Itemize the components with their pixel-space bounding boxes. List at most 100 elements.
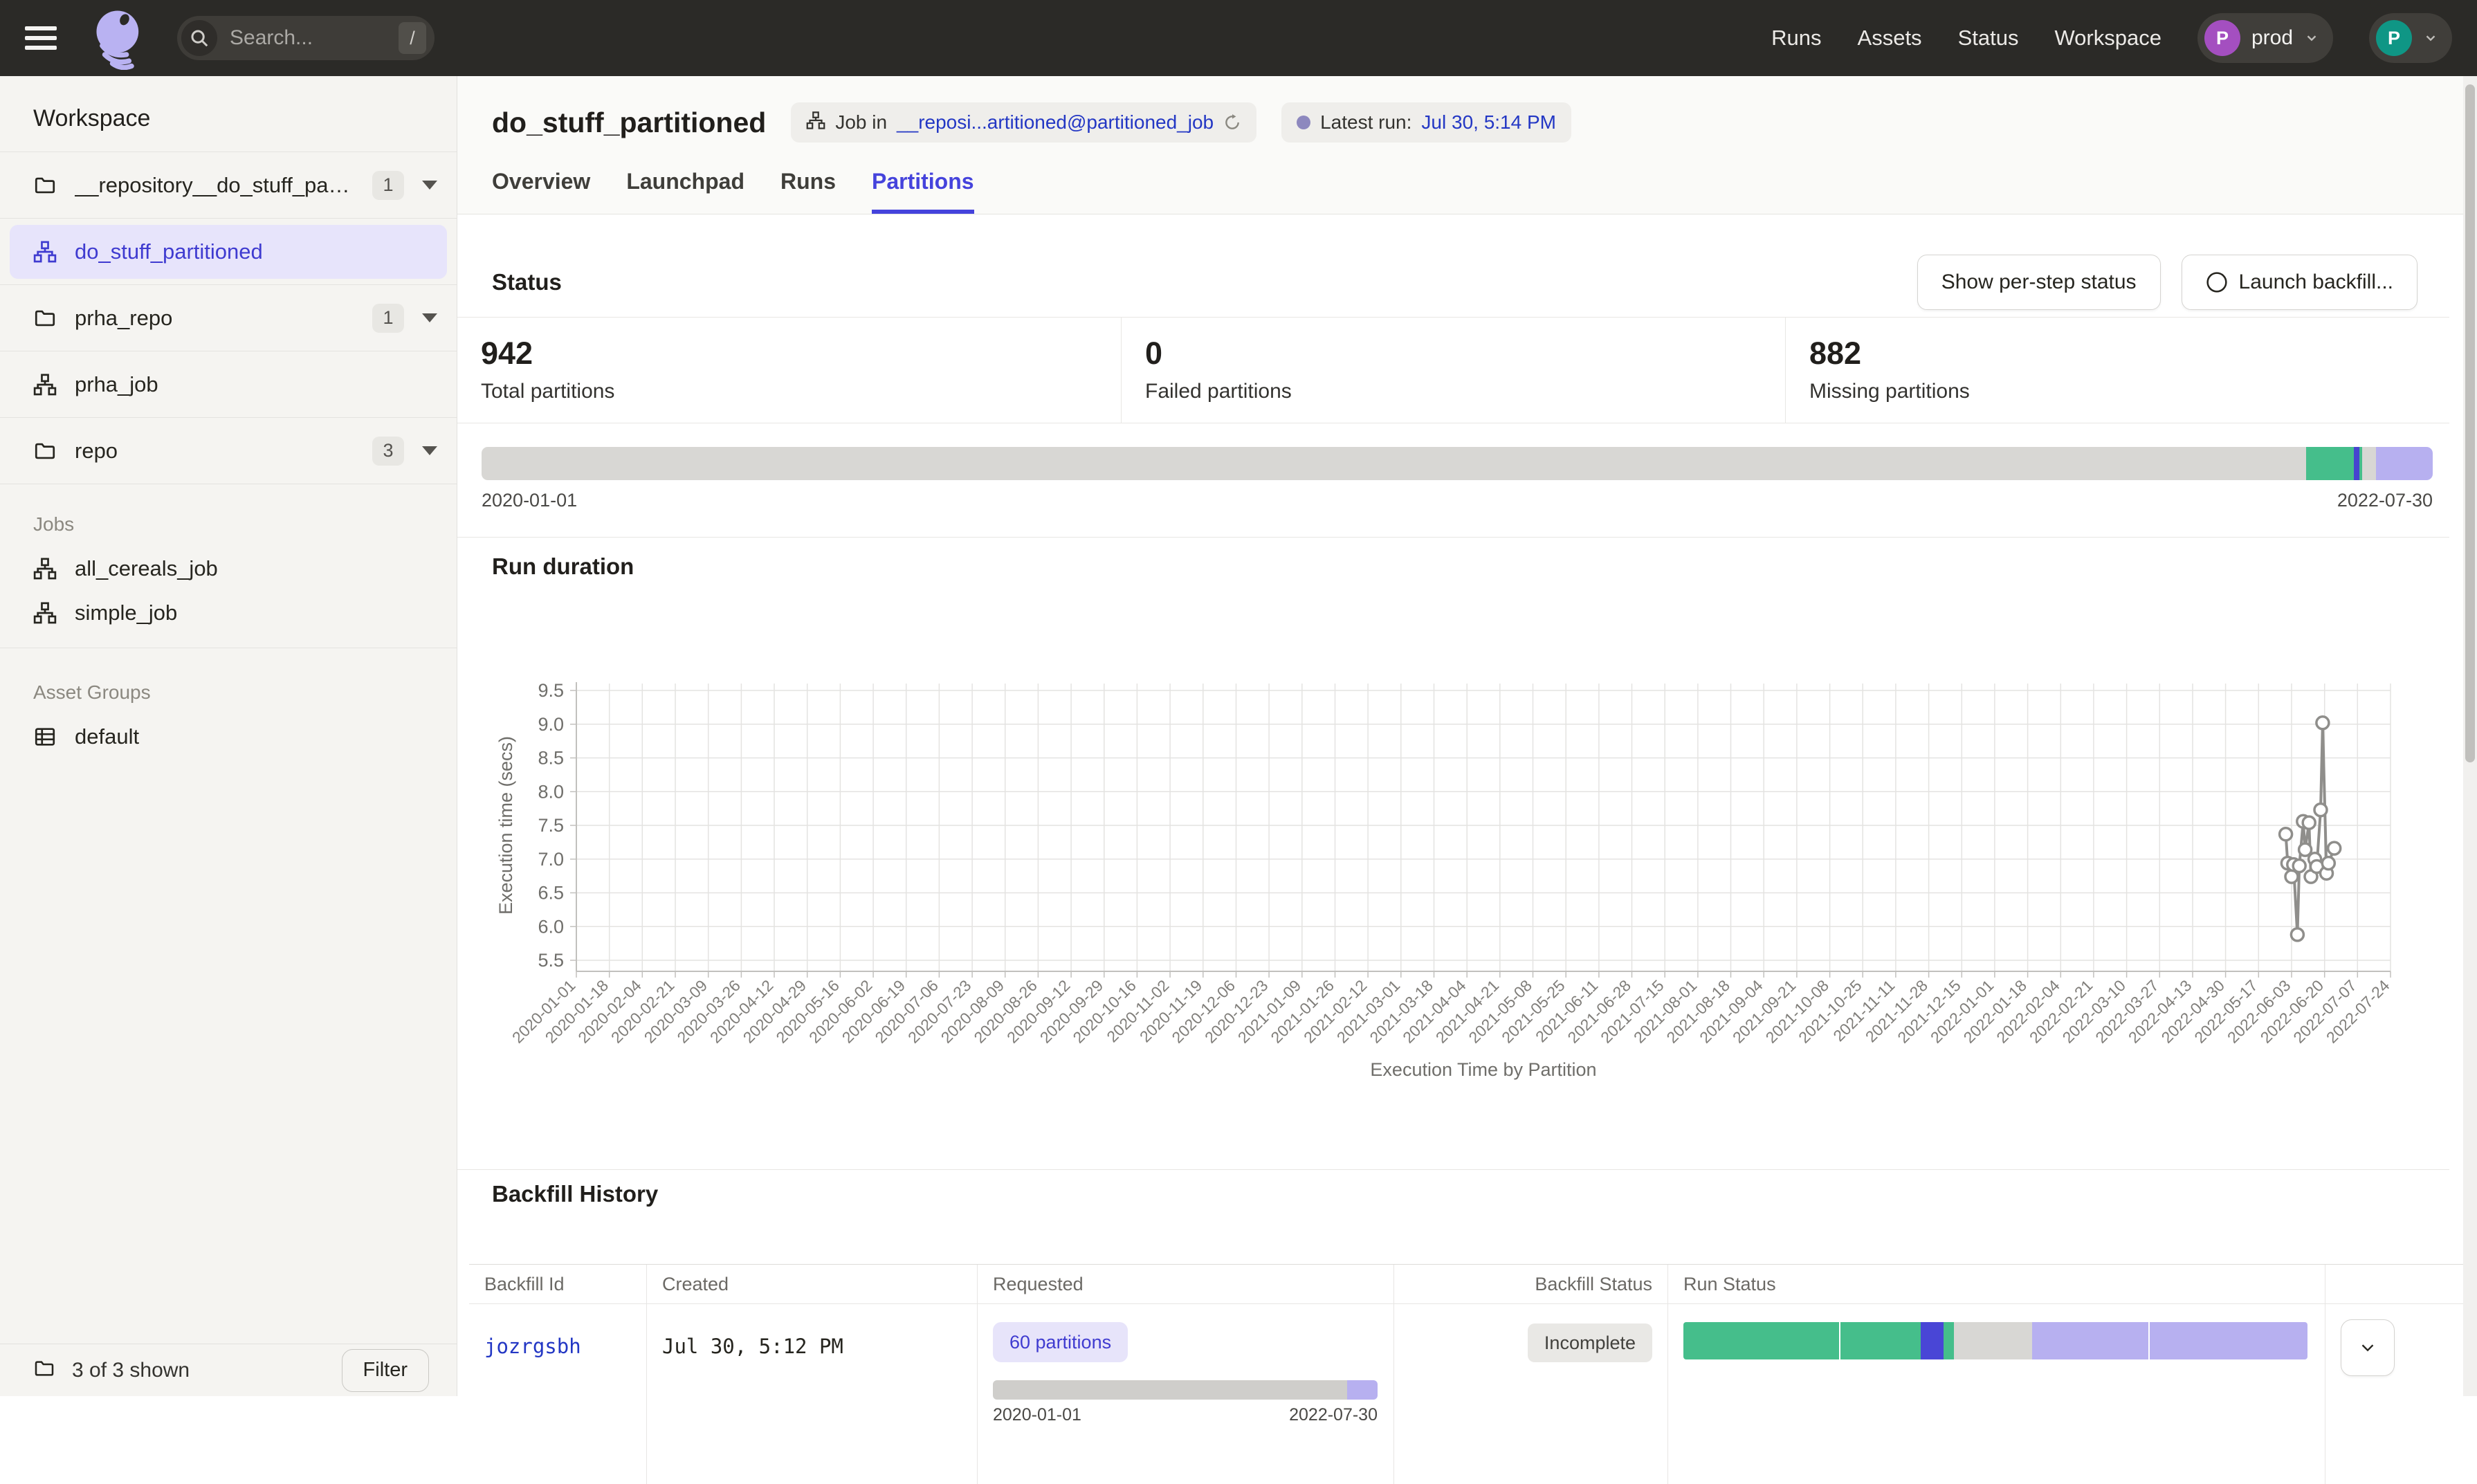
run-duration-chart: 2020-01-012020-01-182020-02-042020-02-21…: [484, 657, 2435, 1103]
status-segment: [2032, 1322, 2150, 1359]
row-expand-button[interactable]: [2341, 1319, 2395, 1376]
partition-range-end: 2022-07-30: [2337, 490, 2433, 511]
top-nav-status[interactable]: Status: [1958, 26, 2019, 51]
sidebar-item-label: prha_job: [75, 372, 158, 397]
partition-status-bar-block: 2020-01-01 2022-07-30: [482, 447, 2433, 511]
stat-label: Missing partitions: [1809, 380, 2449, 403]
requested-partitions-bar: [993, 1380, 1378, 1400]
backfill-history-heading: Backfill History: [492, 1181, 658, 1207]
tab-overview[interactable]: Overview: [492, 169, 590, 214]
job-icon: [33, 601, 57, 625]
stat-failed-partitions: 0Failed partitions: [1121, 318, 1785, 423]
svg-text:7.5: 7.5: [538, 815, 564, 836]
status-segment: [2354, 447, 2359, 480]
expand-caret-icon[interactable]: [422, 313, 437, 322]
sidebar-item-repo[interactable]: repo3: [0, 418, 457, 484]
tab-partitions[interactable]: Partitions: [872, 169, 974, 214]
asset-group-icon: [33, 725, 57, 749]
backfill-row: jozrgsbh Jul 30, 5:12 PM 60 partitions 202…: [469, 1304, 2463, 1484]
tab-runs[interactable]: Runs: [780, 169, 836, 214]
folder-icon: [33, 439, 57, 463]
sidebar-item-simple_job[interactable]: simple_job: [0, 591, 457, 635]
job-repo-link[interactable]: __reposi...artitioned@partitioned_job: [897, 111, 1214, 134]
top-nav-assets[interactable]: Assets: [1858, 26, 1922, 51]
scrollbar-thumb[interactable]: [2465, 84, 2475, 762]
sidebar-item-default[interactable]: default: [0, 715, 457, 759]
top-nav-runs[interactable]: Runs: [1771, 26, 1821, 51]
column-header-run-status: Run Status: [1667, 1265, 2325, 1303]
status-segment: [2362, 447, 2376, 480]
sidebar-item-prha_job[interactable]: prha_job: [0, 351, 457, 418]
main-content: do_stuff_partitioned Job in __reposi...a…: [457, 76, 2463, 1396]
expand-caret-icon[interactable]: [422, 446, 437, 455]
job-repo-tag: Job in __reposi...artitioned@partitioned…: [791, 102, 1256, 143]
filter-button[interactable]: Filter: [342, 1349, 429, 1392]
chevron-down-icon: [2423, 30, 2438, 46]
sidebar-section-header: Asset Groups: [0, 672, 457, 715]
stat-total-partitions: 942Total partitions: [457, 318, 1121, 423]
job-icon: [33, 240, 57, 264]
launch-backfill-button[interactable]: Launch backfill...: [2182, 255, 2417, 310]
job-icon: [33, 373, 57, 396]
status-segment: [1840, 1322, 1920, 1359]
sidebar-section-header: Jobs: [0, 504, 457, 547]
page-scrollbar: [2463, 76, 2477, 1396]
status-segment: [1347, 1380, 1378, 1400]
show-per-step-status-button[interactable]: Show per-step status: [1917, 255, 2161, 310]
backfill-history-table: Backfill IdCreatedRequestedBackfill Stat…: [469, 1264, 2463, 1484]
requested-range-end: 2022-07-30: [1289, 1405, 1378, 1425]
top-nav-workspace[interactable]: Workspace: [2054, 26, 2161, 51]
folder-icon: [33, 174, 57, 197]
job-icon: [806, 111, 825, 135]
dagster-logo-icon[interactable]: [84, 6, 148, 70]
job-count-badge: 1: [372, 304, 404, 333]
svg-text:6.5: 6.5: [538, 883, 564, 904]
status-segment: [2376, 447, 2433, 480]
partition-status-bar[interactable]: [482, 447, 2433, 480]
stat-label: Total partitions: [481, 380, 1121, 403]
user-menu[interactable]: P: [2369, 13, 2452, 63]
search-input[interactable]: Search... /: [177, 16, 435, 60]
run-status-bar[interactable]: [1683, 1322, 2307, 1359]
partition-range-start: 2020-01-01: [482, 490, 577, 511]
sidebar-item-label: default: [75, 724, 139, 749]
sidebar-item-label: simple_job: [75, 601, 177, 625]
repos-shown-count: 3 of 3 shown: [72, 1359, 190, 1382]
sidebar-footer: 3 of 3 shown Filter: [0, 1344, 457, 1396]
latest-run-link[interactable]: Jul 30, 5:14 PM: [1421, 111, 1556, 134]
status-segment: [993, 1380, 1347, 1400]
user-avatar: P: [2376, 20, 2412, 56]
sidebar-item-prha_repo[interactable]: prha_repo1: [0, 285, 457, 351]
sidebar-item-do_stuff_partitioned[interactable]: do_stuff_partitioned: [0, 219, 457, 285]
status-segment: [482, 447, 2306, 480]
top-nav-links: Runs Assets Status Workspace: [1771, 26, 2161, 51]
folder-icon: [33, 306, 57, 330]
folder-icon: [33, 1357, 55, 1383]
refresh-icon[interactable]: [1223, 113, 1241, 131]
sidebar-item-all_cereals_job[interactable]: all_cereals_job: [0, 547, 457, 591]
search-icon: [181, 20, 217, 56]
svg-text:8.5: 8.5: [538, 748, 564, 769]
latest-run-label: Latest run:: [1320, 111, 1411, 134]
requested-partitions-tag[interactable]: 60 partitions: [993, 1322, 1128, 1362]
top-navigation-bar: Search... / Runs Assets Status Workspace P …: [0, 0, 2477, 76]
backfill-created: Jul 30, 5:12 PM: [662, 1304, 962, 1358]
deployment-label: prod: [2251, 26, 2293, 50]
column-header-backfill-id: Backfill Id: [469, 1265, 646, 1303]
deployment-switcher[interactable]: P prod: [2197, 13, 2333, 63]
svg-text:7.0: 7.0: [538, 849, 564, 870]
backfill-id-link[interactable]: jozrgsbh: [484, 1304, 631, 1358]
menu-icon[interactable]: [25, 26, 57, 50]
deployment-avatar: P: [2204, 20, 2240, 56]
expand-caret-icon[interactable]: [422, 181, 437, 190]
status-segment: [2306, 447, 2354, 480]
plus-circle-icon: [2206, 271, 2228, 293]
tab-launchpad[interactable]: Launchpad: [626, 169, 744, 214]
svg-text:9.0: 9.0: [538, 714, 564, 735]
status-segment: [1944, 1322, 1954, 1359]
search-shortcut-badge: /: [399, 22, 426, 54]
page-header: do_stuff_partitioned Job in __reposi...a…: [457, 76, 2463, 214]
job-count-badge: 1: [372, 171, 404, 200]
svg-text:Execution time (secs): Execution time (secs): [495, 736, 516, 915]
sidebar-item-__repository__do_stuff_partitio[interactable]: __repository__do_stuff_partitio...1: [0, 152, 457, 219]
